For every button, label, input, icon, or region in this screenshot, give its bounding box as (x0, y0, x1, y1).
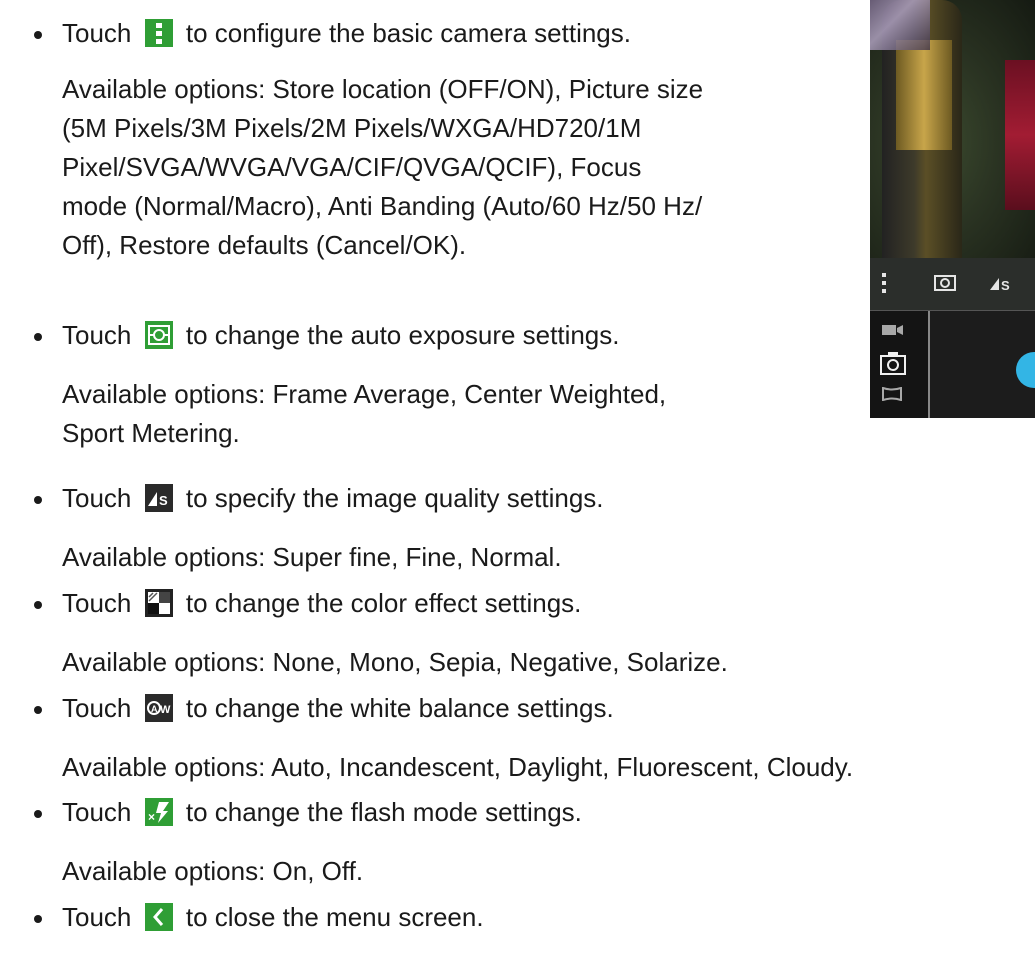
svg-text:S: S (1001, 278, 1010, 293)
item-detail-line: (5M Pixels/3M Pixels/2M Pixels/WXGA/HD72… (62, 113, 642, 143)
item-heading: Touch to change the color effect setting… (62, 588, 582, 618)
svg-text:W: W (160, 704, 171, 716)
item-heading: Touch × to change the flash mode setting… (62, 797, 582, 827)
item-detail-line: Available options: None, Mono, Sepia, Ne… (62, 647, 728, 677)
item-detail-line: Available options: Auto, Incandescent, D… (62, 752, 854, 782)
item-heading: Touch to close the menu screen. (62, 902, 484, 932)
overflow-menu-icon[interactable] (878, 270, 890, 296)
panorama-icon[interactable] (882, 387, 902, 401)
item-heading: Touch to change the auto exposure settin… (62, 320, 620, 350)
item-detail-line: Off), Restore defaults (Cancel/OK). (62, 230, 467, 260)
shutter-button[interactable] (1016, 352, 1035, 388)
item-detail-line: Available options: Super fine, Fine, Nor… (62, 542, 562, 572)
bullet (34, 31, 42, 39)
tassel-image (870, 0, 930, 50)
auto-exposure-icon[interactable] (932, 270, 958, 296)
image-quality-icon: S (144, 484, 173, 512)
white-balance-icon: A W (144, 694, 173, 722)
color-effect-icon (144, 589, 173, 617)
bottle-foil (896, 40, 952, 150)
svg-text:S: S (159, 493, 168, 508)
flash-off-icon: × (144, 798, 173, 826)
bullet (34, 706, 42, 714)
bullet (34, 915, 42, 923)
item-heading: Touch S to specify the image quality set… (62, 483, 604, 513)
camera-screenshot: S (870, 0, 1035, 418)
image-quality-icon[interactable]: S (988, 270, 1018, 296)
bullet (34, 333, 42, 341)
overflow-menu-icon (144, 19, 173, 47)
bullet (34, 601, 42, 609)
back-chevron-icon (144, 903, 173, 931)
camera-toolbar: S (870, 258, 1035, 311)
bullet (34, 496, 42, 504)
camera-icon[interactable] (880, 351, 906, 375)
item-heading: Touch A W to change the white balance se… (62, 693, 614, 723)
viewfinder-preview (870, 0, 1035, 258)
item-detail-line: Pixel/SVGA/WVGA/VGA/CIF/QVGA/QCIF), Focu… (62, 152, 642, 182)
svg-text:×: × (148, 810, 155, 824)
item-detail-line: mode (Normal/Macro), Anti Banding (Auto/… (62, 191, 703, 221)
item-heading: Touch to configure the basic camera sett… (62, 18, 631, 48)
svg-text:A: A (151, 704, 158, 714)
video-icon[interactable] (882, 323, 904, 337)
item-detail-line: Sport Metering. (62, 418, 240, 448)
mode-switcher (870, 311, 930, 418)
bullet (34, 810, 42, 818)
item-detail-line: Available options: On, Off. (62, 856, 364, 886)
berry-image (1005, 60, 1035, 210)
item-detail-line: Available options: Store location (OFF/O… (62, 74, 704, 104)
item-detail-line: Available options: Frame Average, Center… (62, 379, 667, 409)
auto-exposure-icon (144, 321, 173, 349)
